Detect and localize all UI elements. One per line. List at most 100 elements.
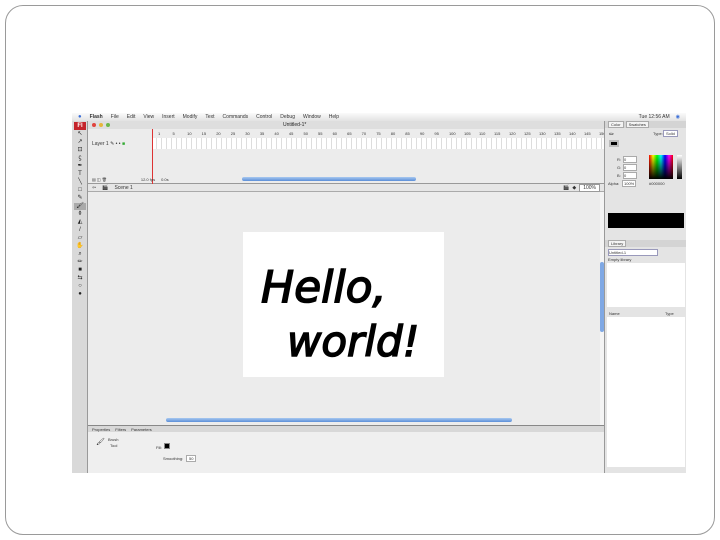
handwriting: Hello, world!: [260, 261, 420, 367]
timeline-scrollbar[interactable]: [242, 177, 416, 181]
color-spectrum[interactable]: [649, 155, 673, 179]
zoom-button[interactable]: [106, 123, 110, 127]
tab-library[interactable]: Library: [608, 240, 627, 247]
frame-number: 80: [390, 131, 396, 136]
frame-number: 105: [463, 131, 471, 136]
frame-number: 45: [288, 131, 294, 136]
library-list[interactable]: [607, 317, 685, 467]
tab-color[interactable]: Color: [608, 121, 624, 128]
tab-swatches[interactable]: Swatches: [625, 121, 649, 128]
frame-rate: 12.0 fps: [140, 177, 156, 182]
ink-bottle-icon[interactable]: ⚱: [74, 211, 86, 218]
tool-name: Brush: [108, 437, 119, 442]
zoom-select[interactable]: 100%: [579, 183, 600, 192]
eyedropper-icon[interactable]: /: [74, 227, 86, 234]
lasso-tool-icon[interactable]: ϛ: [74, 155, 86, 162]
menu-insert[interactable]: Insert: [162, 114, 175, 120]
frame-number: 55: [318, 131, 323, 136]
library-doc-select[interactable]: Untitled-1: [608, 249, 658, 256]
layer-name: Layer 1: [92, 141, 109, 147]
menu-window[interactable]: Window: [303, 114, 321, 120]
menu-edit[interactable]: Edit: [127, 114, 136, 120]
edit-scene-icon[interactable]: 🎬: [563, 185, 569, 191]
hex-value[interactable]: #000000: [649, 181, 665, 186]
fill-color-icon[interactable]: [609, 140, 619, 147]
edit-symbol-icon[interactable]: ◆: [572, 185, 576, 191]
fill-swatch[interactable]: [164, 443, 170, 449]
menu-help[interactable]: Help: [329, 114, 339, 120]
brush-icon: 🖌: [96, 439, 105, 446]
hand-tool-icon[interactable]: ✋: [74, 243, 86, 250]
selection-tool-icon[interactable]: ↖: [74, 131, 86, 138]
frame-number: 125: [523, 131, 531, 136]
frame-number: 10: [187, 131, 192, 136]
tab-filters[interactable]: Filters: [115, 427, 126, 432]
flash-window: ● Flash File Edit View Insert Modify Tex…: [72, 113, 686, 473]
eraser-icon[interactable]: ▱: [74, 235, 86, 242]
frame-number: 130: [538, 131, 546, 136]
swap-colors-icon[interactable]: ⇆: [74, 275, 86, 282]
tools-panel: Fl ↖ ↗ ⊡ ϛ ✒ T ╲ □ ✎ 🖌 ⚱ ◭ / ▱ ✋ ⌕ ✏ ■ ⇆…: [72, 121, 88, 473]
stage-area: Hello, world!: [88, 192, 604, 425]
alpha-input[interactable]: 100%: [622, 180, 637, 187]
frame-number: 145: [583, 131, 591, 136]
stroke-color-icon[interactable]: ✏: [74, 259, 86, 266]
back-arrow-icon[interactable]: ⇦: [92, 185, 96, 191]
minimize-button[interactable]: [99, 123, 103, 127]
menu-commands[interactable]: Commands: [223, 114, 249, 120]
frame-number: 120: [508, 131, 516, 136]
g-input[interactable]: 0: [623, 164, 637, 171]
paint-bucket-icon[interactable]: ◭: [74, 219, 86, 226]
alpha-label: Alpha:: [608, 181, 620, 186]
brush-tool-icon[interactable]: 🖌: [74, 203, 86, 210]
frame-number: 75: [376, 131, 381, 136]
type-select[interactable]: Solid: [663, 130, 678, 137]
scene-name[interactable]: Scene 1: [114, 185, 132, 191]
menu-modify[interactable]: Modify: [183, 114, 198, 120]
option-icon[interactable]: ○: [74, 283, 86, 290]
menu-file[interactable]: File: [111, 114, 119, 120]
hello-text: Hello,: [261, 262, 387, 313]
add-layer-icon[interactable]: ▤ ◫ 🗑: [92, 177, 107, 182]
pen-tool-icon[interactable]: ✒: [74, 163, 86, 170]
menu-app[interactable]: Flash: [90, 114, 103, 120]
frame-number: 65: [347, 131, 352, 136]
stage[interactable]: Hello, world!: [243, 232, 444, 377]
spotlight-icon[interactable]: ◉: [676, 114, 680, 120]
menu-text[interactable]: Text: [205, 114, 214, 120]
library-preview: [607, 263, 685, 307]
b-input[interactable]: 0: [623, 172, 637, 179]
rectangle-tool-icon[interactable]: □: [74, 187, 86, 194]
line-tool-icon[interactable]: ╲: [74, 179, 86, 186]
text-tool-icon[interactable]: T: [74, 171, 86, 178]
subselection-tool-icon[interactable]: ↗: [74, 139, 86, 146]
smooth-icon[interactable]: ●: [74, 291, 86, 298]
frame-number: 30: [245, 131, 250, 136]
stage-hscroll[interactable]: [166, 418, 512, 422]
tool-sub: Tool: [110, 443, 118, 448]
smoothing-input[interactable]: 50: [186, 455, 197, 462]
tab-parameters[interactable]: Parameters: [131, 427, 152, 432]
tab-properties[interactable]: Properties: [92, 427, 110, 432]
brightness-slider[interactable]: [677, 155, 682, 179]
frame-grid[interactable]: 1 5 10 15 20 25 30 35 40 45 50 55 60 65 70 75 80 85 90 95 10…: [152, 129, 606, 149]
menu-control[interactable]: Control: [256, 114, 272, 120]
frame-number: 90: [419, 131, 425, 136]
menu-debug[interactable]: Debug: [280, 114, 295, 120]
free-transform-tool-icon[interactable]: ⊡: [74, 147, 86, 154]
fill-color-icon[interactable]: ■: [74, 267, 86, 274]
apple-icon[interactable]: ●: [78, 114, 82, 120]
timeline: Untitled-1* 1 5 10 15 20 25 30 35 40 45 50 55 60 65 70…: [88, 121, 606, 184]
document-tab[interactable]: Untitled-1*: [283, 122, 306, 128]
stroke-color-icon[interactable]: ✏: [609, 131, 614, 138]
pencil-tool-icon[interactable]: ✎: [74, 195, 86, 202]
close-button[interactable]: [92, 123, 96, 127]
col-type[interactable]: Type: [665, 311, 674, 316]
clock: Tue 12:56 AM: [638, 114, 670, 120]
zoom-tool-icon[interactable]: ⌕: [74, 251, 86, 258]
layer-row[interactable]: Layer 1 ✎ • • ■: [92, 141, 125, 147]
col-name[interactable]: Name: [609, 311, 620, 316]
menu-view[interactable]: View: [143, 114, 154, 120]
r-input[interactable]: 0: [623, 156, 637, 163]
elapsed-time: 0.0s: [161, 177, 169, 182]
